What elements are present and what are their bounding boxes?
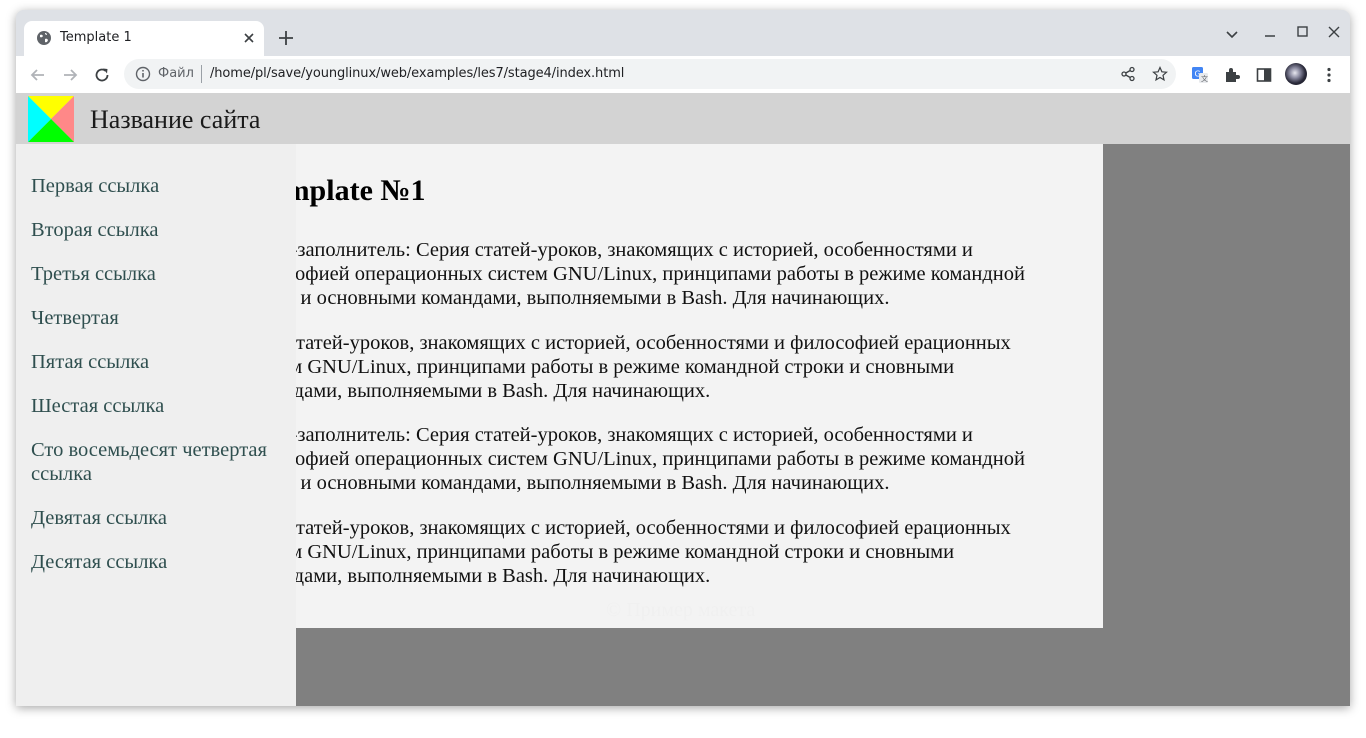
content-paragraph-3: екст-заполнитель: Серия статей-уроков, з… bbox=[276, 424, 1026, 494]
sidebar-link-7[interactable]: Сто восемьдесят четвертая ссылка bbox=[31, 438, 281, 486]
page-viewport: Название сайта Template №1 екст-заполнит… bbox=[16, 93, 1350, 706]
side-panel-icon[interactable] bbox=[1255, 66, 1273, 84]
close-tab-icon[interactable] bbox=[242, 31, 256, 45]
main-content: Template №1 екст-заполнитель: Серия стат… bbox=[276, 144, 1103, 628]
content-paragraph-4: ерия статей-уроков, знакомящих с историе… bbox=[276, 517, 1011, 587]
translate-icon[interactable]: G 文 bbox=[1191, 66, 1209, 84]
page-heading: Template №1 bbox=[276, 174, 426, 207]
site-logo bbox=[28, 96, 74, 142]
maximize-icon[interactable] bbox=[1294, 24, 1310, 40]
site-title: Название сайта bbox=[90, 105, 261, 134]
footer-text: © Пример макета bbox=[606, 599, 756, 621]
sidebar-link-8[interactable]: Девятая ссылка bbox=[31, 506, 281, 530]
address-separator bbox=[201, 65, 202, 83]
site-header: Название сайта bbox=[16, 93, 1350, 144]
address-bar[interactable]: Файл /home/pl/save/younglinux/web/exampl… bbox=[124, 59, 1176, 89]
sidebar-link-9[interactable]: Десятая ссылка bbox=[31, 550, 281, 574]
menu-kebab-icon[interactable] bbox=[1320, 66, 1338, 84]
content-paragraph-1: екст-заполнитель: Серия статей-уроков, з… bbox=[276, 239, 1026, 309]
forward-icon[interactable] bbox=[60, 65, 80, 85]
browser-toolbar: Файл /home/pl/save/younglinux/web/exampl… bbox=[16, 56, 1350, 93]
sidebar-link-3[interactable]: Третья ссылка bbox=[31, 262, 281, 286]
new-tab-icon[interactable] bbox=[276, 28, 296, 48]
browser-tab[interactable]: Template 1 bbox=[24, 21, 264, 56]
bookmark-star-icon[interactable] bbox=[1152, 66, 1168, 82]
sidebar-link-4[interactable]: Четвертая bbox=[31, 306, 281, 330]
svg-text:文: 文 bbox=[1201, 74, 1208, 83]
tab-search-icon[interactable] bbox=[1224, 26, 1240, 42]
profile-avatar[interactable] bbox=[1285, 63, 1307, 85]
sidebar-nav: Первая ссылка Вторая ссылка Третья ссылк… bbox=[16, 144, 296, 706]
sidebar-link-2[interactable]: Вторая ссылка bbox=[31, 218, 281, 242]
content-paragraph-2: ерия статей-уроков, знакомящих с историе… bbox=[276, 332, 1011, 402]
close-window-icon[interactable] bbox=[1326, 24, 1342, 40]
minimize-icon[interactable] bbox=[1262, 26, 1278, 42]
sidebar-link-1[interactable]: Первая ссылка bbox=[31, 174, 281, 198]
extensions-icon[interactable] bbox=[1223, 66, 1241, 84]
back-icon[interactable] bbox=[28, 65, 48, 85]
tab-title: Template 1 bbox=[60, 30, 132, 45]
tab-strip: Template 1 bbox=[16, 10, 1350, 56]
browser-window: Template 1 Файл /home/pl/save/younglinux… bbox=[16, 10, 1350, 706]
info-icon[interactable] bbox=[135, 66, 151, 82]
share-icon[interactable] bbox=[1120, 66, 1136, 82]
reload-icon[interactable] bbox=[92, 65, 112, 85]
url-scheme-label: Файл bbox=[158, 66, 194, 81]
sidebar-link-5[interactable]: Пятая ссылка bbox=[31, 350, 281, 374]
url-text[interactable]: /home/pl/save/younglinux/web/examples/le… bbox=[210, 66, 624, 81]
globe-icon bbox=[37, 31, 51, 45]
sidebar-link-6[interactable]: Шестая ссылка bbox=[31, 394, 281, 418]
